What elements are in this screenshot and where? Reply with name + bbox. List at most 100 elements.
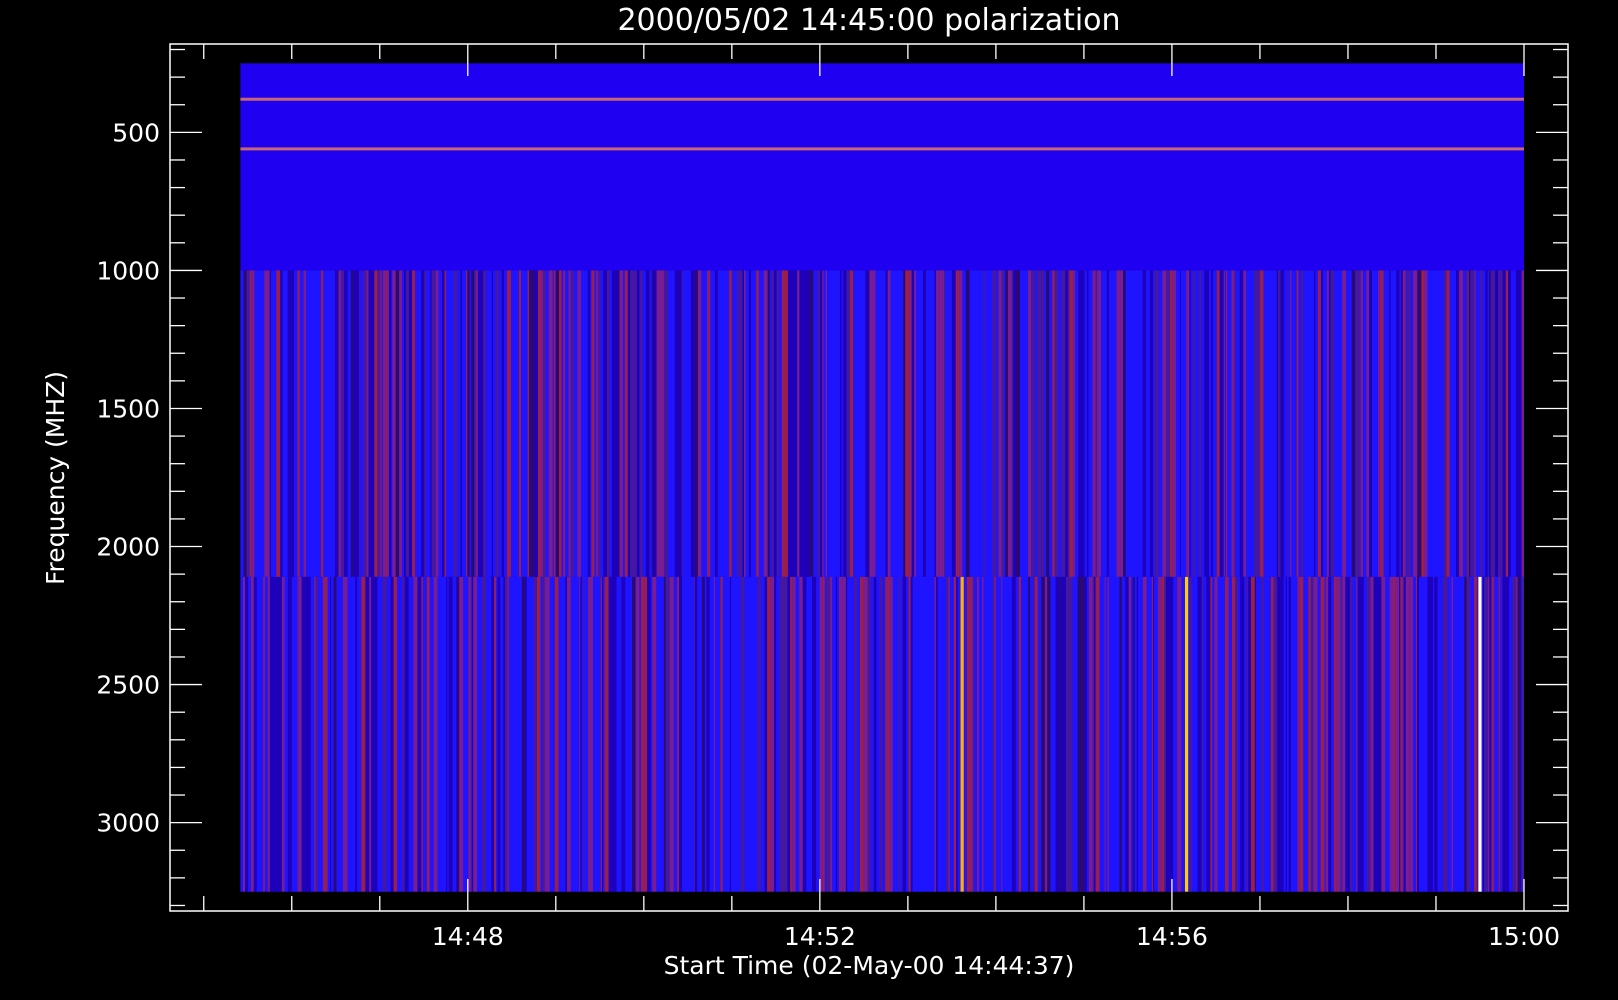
stripe <box>1327 270 1329 577</box>
stripe <box>1449 270 1454 577</box>
stripe <box>287 270 290 577</box>
stripe <box>498 270 502 577</box>
stripe <box>1061 270 1066 577</box>
stripe <box>1410 270 1414 577</box>
stripe <box>459 576 464 892</box>
stripe <box>982 576 984 892</box>
stripe <box>347 576 351 892</box>
stripe <box>1521 270 1524 577</box>
stripe <box>345 270 348 577</box>
stripe <box>1235 270 1240 577</box>
stripe <box>1376 270 1378 577</box>
stripe <box>693 576 695 892</box>
stripe <box>845 576 848 892</box>
plot-area <box>240 63 1524 892</box>
stripe <box>470 576 473 892</box>
stripe <box>606 270 610 577</box>
stripe <box>722 270 725 577</box>
stripe <box>372 270 375 577</box>
stripe <box>680 576 683 892</box>
stripe <box>1424 270 1428 577</box>
stripe <box>1294 576 1298 892</box>
stripe <box>690 576 694 892</box>
stripe <box>1263 270 1267 577</box>
stripe <box>1290 576 1294 892</box>
stripe <box>1072 576 1076 892</box>
stripe <box>682 270 685 577</box>
stripe <box>1468 270 1471 577</box>
stripe <box>687 576 691 892</box>
stripe <box>1403 576 1406 892</box>
stripe <box>812 576 817 892</box>
stripe <box>784 576 788 892</box>
stripe <box>1308 576 1311 892</box>
stripe <box>828 270 832 577</box>
stripe <box>1310 576 1314 892</box>
stripe <box>1251 576 1255 892</box>
stripe <box>987 576 990 892</box>
stripe <box>1169 576 1174 892</box>
stripe <box>1193 576 1198 892</box>
stripe <box>1037 270 1042 577</box>
stripe <box>1491 576 1494 892</box>
stripe <box>386 576 391 892</box>
stripe <box>1212 270 1217 577</box>
stripe <box>341 270 345 577</box>
stripe <box>1507 576 1510 892</box>
stripe <box>1125 576 1129 892</box>
stripe <box>1123 270 1126 577</box>
stripe <box>1272 270 1276 577</box>
stripe <box>1053 576 1056 892</box>
stripe <box>1385 576 1388 892</box>
stripe <box>581 270 585 577</box>
stripe <box>816 576 820 892</box>
stripe <box>574 576 579 892</box>
x-axis-label: Start Time (02-May-00 14:44:37) <box>664 951 1075 980</box>
stripe <box>720 270 723 577</box>
stripe <box>793 270 798 577</box>
stripe <box>1502 576 1506 892</box>
stripe <box>623 270 625 577</box>
stripe <box>1483 576 1485 892</box>
stripe <box>359 270 364 577</box>
stripe <box>1431 270 1434 577</box>
stripe <box>911 270 915 577</box>
stripe <box>751 270 753 577</box>
stripe <box>541 270 544 577</box>
stripe <box>663 270 669 577</box>
stripe <box>882 270 884 577</box>
stripe <box>301 576 306 892</box>
stripe <box>581 576 584 892</box>
stripe <box>570 576 575 892</box>
stripe <box>1340 576 1343 892</box>
stripe <box>1081 576 1085 892</box>
stripe <box>1381 576 1386 892</box>
stripe <box>382 576 385 892</box>
stripe <box>382 270 386 577</box>
stripe <box>851 576 854 892</box>
stripe <box>1501 270 1503 577</box>
stripe <box>493 270 496 577</box>
stripe <box>713 576 716 892</box>
stripe <box>1276 270 1279 577</box>
stripe <box>1270 576 1274 892</box>
stripe <box>1198 270 1202 577</box>
stripe <box>974 270 977 577</box>
stripe <box>745 270 747 577</box>
stripe <box>332 270 335 577</box>
stripe <box>424 270 427 577</box>
stripe <box>871 576 874 892</box>
stripe <box>1301 270 1304 577</box>
stripe <box>767 576 771 892</box>
stripe <box>330 270 333 577</box>
stripe <box>1223 270 1225 577</box>
stripe <box>545 270 549 577</box>
stripe <box>1034 270 1038 577</box>
stripe <box>1063 576 1066 892</box>
stripe <box>1494 576 1499 892</box>
stripe <box>1512 576 1517 892</box>
stripe <box>1161 576 1165 892</box>
stripe <box>494 576 497 892</box>
stripe <box>326 576 328 892</box>
stripe <box>272 576 275 892</box>
